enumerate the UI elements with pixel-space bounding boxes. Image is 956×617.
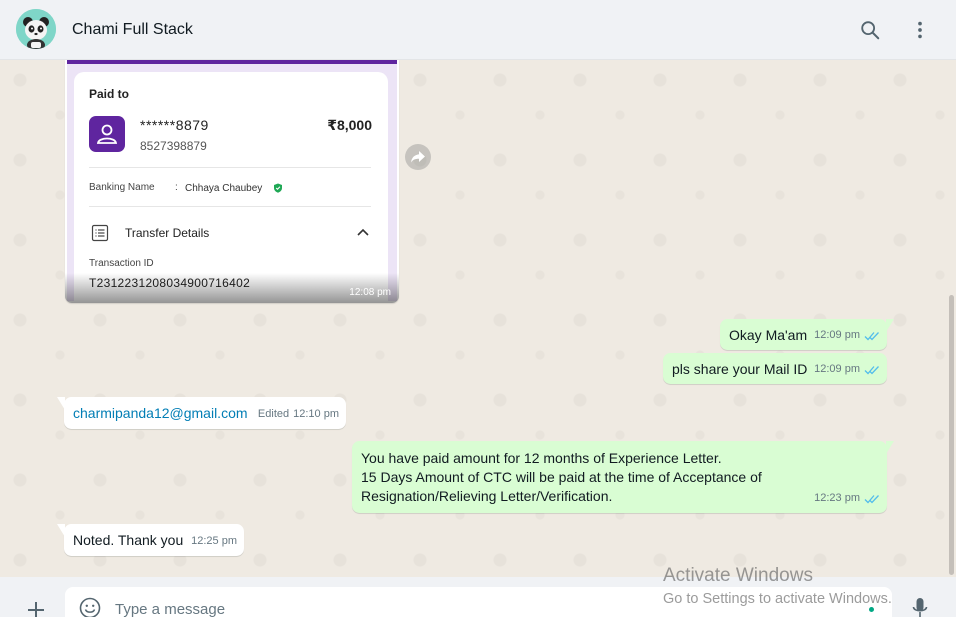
- banking-name-label: Banking Name: [89, 182, 155, 193]
- message-meta: 12:09 pm: [814, 326, 880, 345]
- message-time: 12:25 pm: [191, 535, 237, 547]
- recipient-phone: 8527398879: [140, 139, 207, 153]
- payment-receipt-sheet: Paid to ******8879 8527398879 ₹8,000 Ban…: [74, 72, 388, 303]
- read-receipt-icon: [864, 365, 879, 374]
- edited-label: Edited: [257, 408, 290, 420]
- bubble-tail: [886, 319, 894, 332]
- payment-screenshot-image: Paid to ******8879 8527398879 ₹8,000 Ban…: [67, 60, 397, 303]
- chat-header: Chami Full Stack: [0, 0, 956, 60]
- windows-activation-watermark: Activate Windows Go to Settings to activ…: [663, 565, 892, 609]
- contact-name[interactable]: Chami Full Stack: [72, 21, 193, 39]
- message-time: 12:08 pm: [349, 287, 391, 298]
- divider: [89, 167, 371, 168]
- outgoing-message[interactable]: Okay Ma'am 12:09 pm: [720, 319, 894, 350]
- bubble-tail: [57, 397, 65, 410]
- message-input[interactable]: [115, 601, 715, 617]
- search-icon[interactable]: [859, 19, 881, 41]
- message-meta: 12:09 pm: [814, 360, 880, 379]
- microphone-icon[interactable]: [911, 597, 929, 617]
- chat-area: Paid to ******8879 8527398879 ₹8,000 Ban…: [0, 60, 956, 577]
- paid-to-label: Paid to: [89, 87, 130, 101]
- read-receipt-icon: [864, 494, 879, 503]
- chevron-up-icon: [357, 228, 369, 236]
- read-receipt-icon: [864, 331, 879, 340]
- message-time: 12:23 pm: [814, 492, 860, 504]
- status-dot: [869, 607, 874, 612]
- banking-name: Chhaya Chaubey: [185, 183, 263, 194]
- message-text: Okay Ma'am: [729, 327, 808, 343]
- message-text: Noted. Thank you: [73, 532, 184, 548]
- banking-name-colon: :: [175, 182, 178, 193]
- recipient-icon: [89, 116, 125, 152]
- contact-avatar[interactable]: [16, 9, 56, 49]
- message-meta: 12:23 pm: [814, 489, 880, 508]
- panda-avatar-icon: [16, 9, 56, 49]
- bubble-tail: [57, 524, 65, 537]
- chat-scrollbar[interactable]: [949, 295, 954, 575]
- forward-icon: [411, 151, 425, 163]
- incoming-message[interactable]: charmipanda12@gmail.com Edited 12:10 pm: [57, 397, 346, 429]
- payment-screenshot-message[interactable]: Paid to ******8879 8527398879 ₹8,000 Ban…: [65, 60, 399, 303]
- watermark-title: Activate Windows: [663, 565, 813, 586]
- message-text: You have paid amount for 12 months of Ex…: [361, 450, 762, 504]
- message-meta: Edited 12:10 pm: [258, 405, 339, 424]
- verified-shield-icon: [274, 183, 282, 193]
- person-icon: [96, 124, 118, 144]
- message-time: 12:10 pm: [293, 408, 339, 420]
- email-link[interactable]: charmipanda12@gmail.com: [73, 404, 248, 423]
- watermark-subtitle: Go to Settings to activate Windows.: [663, 591, 892, 607]
- attach-plus-icon[interactable]: [26, 600, 46, 617]
- forward-button[interactable]: [405, 144, 431, 170]
- message-time: 12:09 pm: [814, 329, 860, 341]
- outgoing-message[interactable]: pls share your Mail ID 12:09 pm: [663, 353, 887, 384]
- incoming-message[interactable]: Noted. Thank you 12:25 pm: [57, 524, 244, 556]
- outgoing-message[interactable]: You have paid amount for 12 months of Ex…: [352, 441, 894, 513]
- transfer-details-label: Transfer Details: [125, 226, 210, 240]
- bubble-tail: [886, 441, 894, 454]
- menu-dots-icon[interactable]: [909, 19, 931, 41]
- message-text: pls share your Mail ID: [672, 361, 808, 377]
- payment-amount: ₹8,000: [327, 117, 372, 133]
- document-icon: [91, 224, 109, 242]
- message-time: 12:09 pm: [814, 363, 860, 375]
- divider: [89, 206, 371, 207]
- emoji-icon[interactable]: [79, 597, 101, 617]
- transaction-id-label: Transaction ID: [89, 258, 154, 269]
- recipient-account: ******8879: [140, 117, 209, 133]
- message-meta: 12:25 pm: [191, 532, 237, 551]
